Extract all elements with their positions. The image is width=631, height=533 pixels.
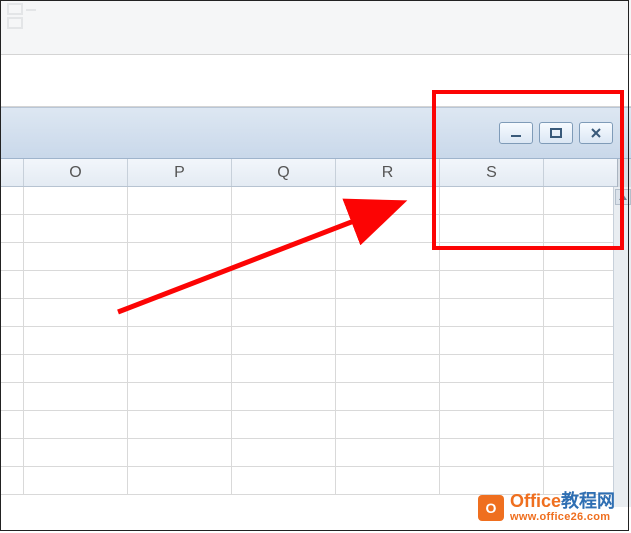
watermark-badge: O — [478, 495, 504, 521]
formula-bar[interactable] — [0, 59, 623, 87]
grid-row[interactable] — [0, 299, 613, 327]
spreadsheet-grid[interactable] — [0, 187, 631, 507]
column-header-O[interactable]: O — [24, 159, 128, 186]
column-header-S[interactable]: S — [440, 159, 544, 186]
column-header-Q[interactable]: Q — [232, 159, 336, 186]
column-header-spacer — [0, 159, 24, 186]
split-handle[interactable] — [617, 159, 631, 187]
watermark-title: Office教程网 — [510, 492, 615, 510]
grid-row[interactable] — [0, 439, 613, 467]
formula-bar-area — [0, 59, 631, 107]
grid-row[interactable] — [0, 215, 613, 243]
watermark: O Office教程网 www.office26.com — [478, 492, 615, 523]
scroll-up-button[interactable] — [615, 189, 631, 205]
vertical-scrollbar[interactable] — [613, 187, 631, 507]
grid-row[interactable] — [0, 187, 613, 215]
placeholder-ribbon-icon — [6, 2, 42, 34]
grid-rows — [0, 187, 613, 507]
ribbon-area — [0, 0, 631, 55]
grid-row[interactable] — [0, 383, 613, 411]
workbook-window-controls — [499, 122, 613, 144]
close-button[interactable] — [579, 122, 613, 144]
grid-row[interactable] — [0, 411, 613, 439]
column-header-row: O P Q R S — [0, 159, 631, 187]
workbook-window-titlebar — [0, 107, 631, 159]
maximize-button[interactable] — [539, 122, 573, 144]
column-header-R[interactable]: R — [336, 159, 440, 186]
grid-row[interactable] — [0, 243, 613, 271]
chevron-up-icon — [619, 194, 627, 200]
minimize-icon — [509, 127, 523, 139]
grid-row[interactable] — [0, 271, 613, 299]
grid-row[interactable] — [0, 327, 613, 355]
watermark-url: www.office26.com — [510, 512, 615, 523]
close-icon — [589, 127, 603, 139]
grid-row[interactable] — [0, 355, 613, 383]
maximize-icon — [549, 127, 563, 139]
minimize-button[interactable] — [499, 122, 533, 144]
column-header-P[interactable]: P — [128, 159, 232, 186]
